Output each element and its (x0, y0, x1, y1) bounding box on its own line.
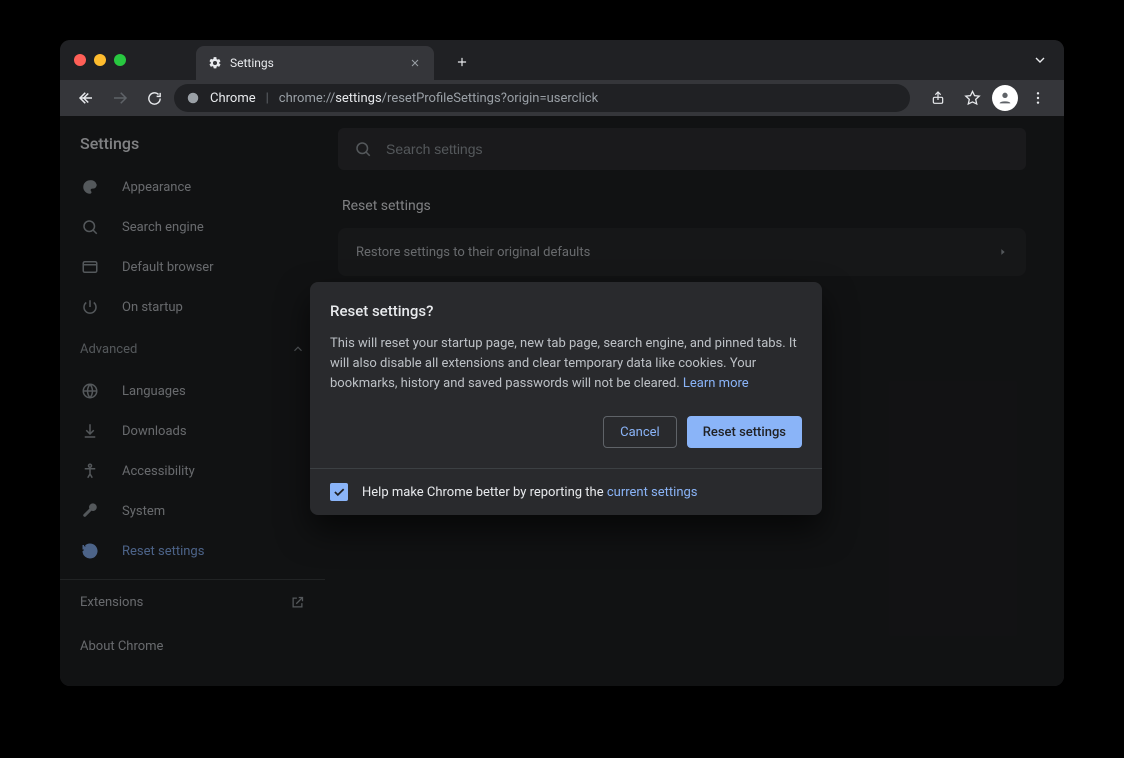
gear-icon (208, 56, 222, 70)
browser-window: Settings Chrome | chrome://settings/rese… (60, 40, 1064, 686)
dialog-body: This will reset your startup page, new t… (330, 334, 802, 394)
tab-settings[interactable]: Settings (196, 46, 434, 80)
reset-settings-dialog: Reset settings? This will reset your sta… (310, 282, 822, 515)
report-checkbox[interactable] (330, 483, 348, 501)
learn-more-link[interactable]: Learn more (683, 376, 749, 391)
share-icon[interactable] (924, 84, 952, 112)
report-label: Help make Chrome better by reporting the… (362, 485, 698, 500)
toolbar-right (924, 84, 1052, 112)
dialog-footer: Help make Chrome better by reporting the… (310, 468, 822, 515)
close-window-button[interactable] (74, 54, 86, 66)
tabs-dropdown-button[interactable] (1032, 52, 1048, 68)
maximize-window-button[interactable] (114, 54, 126, 66)
cancel-button[interactable]: Cancel (603, 416, 677, 448)
close-tab-button[interactable] (408, 56, 422, 70)
menu-button[interactable] (1024, 84, 1052, 112)
forward-button[interactable] (106, 84, 134, 112)
content-area: Settings Appearance Search engine Defaul… (60, 116, 1064, 686)
new-tab-button[interactable] (448, 48, 476, 76)
back-button[interactable] (72, 84, 100, 112)
reload-button[interactable] (140, 84, 168, 112)
profile-avatar[interactable] (992, 85, 1018, 111)
omnibox-url: chrome://settings/resetProfileSettings?o… (279, 91, 598, 106)
bookmark-icon[interactable] (958, 84, 986, 112)
window-controls (74, 54, 126, 66)
tabstrip: Settings (60, 40, 1064, 80)
chrome-icon (186, 91, 200, 105)
toolbar: Chrome | chrome://settings/resetProfileS… (60, 80, 1064, 116)
reset-settings-button[interactable]: Reset settings (687, 416, 802, 448)
minimize-window-button[interactable] (94, 54, 106, 66)
omnibox-app: Chrome (210, 91, 256, 106)
tab-title: Settings (230, 56, 400, 70)
omnibox-separator: | (266, 91, 269, 106)
dialog-title: Reset settings? (330, 302, 802, 320)
current-settings-link[interactable]: current settings (607, 485, 698, 500)
address-bar[interactable]: Chrome | chrome://settings/resetProfileS… (174, 84, 910, 112)
